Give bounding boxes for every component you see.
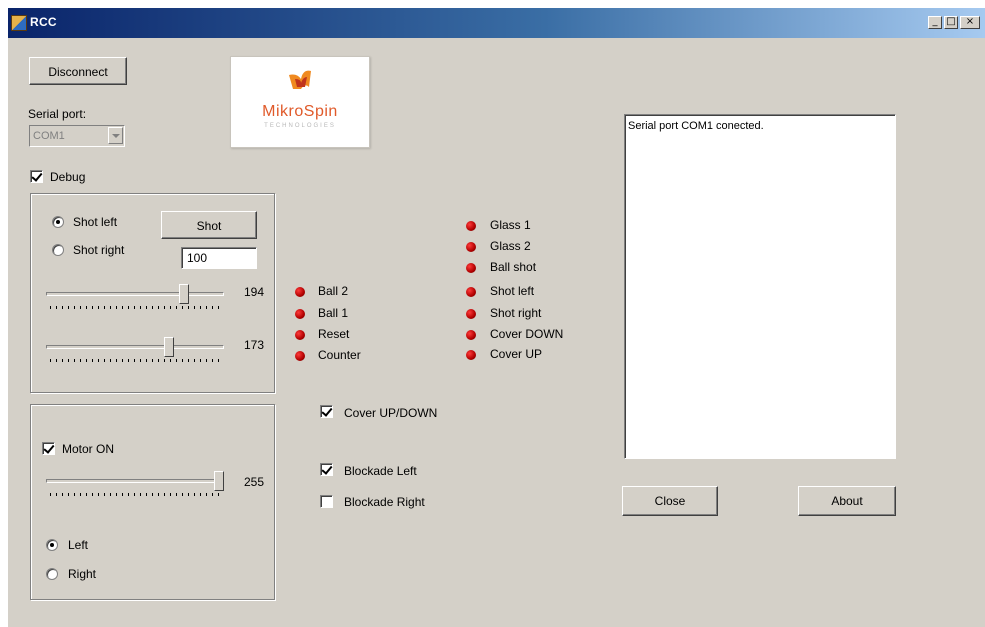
indicator-label: Counter — [318, 348, 361, 362]
shot-slider-2-value: 173 — [244, 338, 265, 352]
log-output[interactable]: Serial port COM1 conected. — [624, 114, 896, 459]
logo-subtitle: TECHNOLOGIES — [264, 123, 336, 129]
indicator-label: Shot right — [490, 306, 542, 320]
led-cover-down — [466, 330, 476, 340]
led-glass-1 — [466, 221, 476, 231]
blockade-right-checkbox[interactable] — [320, 495, 333, 508]
slider-ticks — [50, 493, 220, 496]
debug-label: Debug — [50, 170, 86, 184]
logo-name: MikroSpin — [262, 103, 338, 120]
led-shot-right — [466, 309, 476, 319]
chevron-down-icon[interactable] — [108, 127, 123, 144]
motor-left-radio[interactable] — [46, 539, 58, 551]
shot-button[interactable]: Shot — [161, 211, 257, 239]
motor-speed-value: 255 — [244, 475, 265, 489]
indicator-label: Cover UP — [490, 347, 543, 361]
shot-right-label: Shot right — [73, 243, 125, 257]
motor-left-label: Left — [68, 538, 89, 552]
indicator-label: Cover DOWN — [490, 327, 564, 341]
cover-up-down-label: Cover UP/DOWN — [344, 406, 438, 420]
led-reset — [295, 330, 305, 340]
led-cover-up — [466, 350, 476, 360]
disconnect-button[interactable]: Disconnect — [29, 57, 127, 85]
shot-slider-1[interactable] — [46, 284, 224, 314]
close-window-button[interactable]: × — [960, 16, 980, 29]
motor-on-checkbox[interactable] — [42, 442, 55, 455]
indicator-label: Shot left — [490, 284, 535, 298]
motor-speed-slider[interactable] — [46, 471, 224, 501]
indicator-label: Ball shot — [490, 260, 537, 274]
app-icon — [11, 15, 27, 31]
logo-flame-icon — [289, 70, 311, 89]
serial-port-value: COM1 — [33, 130, 65, 142]
motor-right-label: Right — [68, 567, 97, 581]
slider-thumb[interactable] — [214, 471, 224, 491]
cover-up-down-checkbox[interactable] — [320, 405, 333, 418]
led-shot-left — [466, 287, 476, 297]
log-text: Serial port COM1 conected. — [628, 120, 764, 132]
minimize-button[interactable]: _ — [928, 16, 942, 29]
slider-ticks — [50, 359, 220, 362]
window-title: RCC — [30, 15, 57, 29]
slider-track — [46, 345, 224, 349]
shot-value-input[interactable]: 100 — [181, 247, 257, 269]
title-bar: RCC _ □ × — [8, 8, 985, 38]
indicator-label: Glass 1 — [490, 218, 531, 232]
shot-right-radio[interactable] — [52, 244, 64, 256]
serial-port-label: Serial port: — [28, 107, 87, 121]
indicator-label: Ball 2 — [318, 284, 349, 298]
blockade-left-label: Blockade Left — [344, 464, 417, 478]
shot-left-radio[interactable] — [52, 216, 64, 228]
slider-thumb[interactable] — [164, 337, 174, 357]
motor-on-label: Motor ON — [62, 442, 115, 456]
motor-right-radio[interactable] — [46, 568, 58, 580]
led-glass-2 — [466, 242, 476, 252]
indicator-label: Ball 1 — [318, 306, 349, 320]
slider-thumb[interactable] — [179, 284, 189, 304]
slider-track — [46, 292, 224, 296]
slider-track — [46, 479, 224, 483]
blockade-left-checkbox[interactable] — [320, 463, 333, 476]
led-ball-shot — [466, 263, 476, 273]
motor-group: Motor ON 255 Left Right — [30, 404, 275, 600]
led-ball-2 — [295, 287, 305, 297]
shot-slider-2[interactable] — [46, 337, 224, 367]
main-window: RCC _ □ × Disconnect Serial port: COM1 M… — [8, 8, 985, 627]
slider-ticks — [50, 306, 220, 309]
shot-slider-1-value: 194 — [244, 285, 265, 299]
maximize-button[interactable]: □ — [944, 16, 958, 29]
led-counter — [295, 351, 305, 361]
indicator-label: Reset — [318, 327, 350, 341]
shot-left-label: Shot left — [73, 215, 118, 229]
indicator-label: Glass 2 — [490, 239, 531, 253]
about-button[interactable]: About — [798, 486, 896, 516]
serial-port-select[interactable]: COM1 — [29, 125, 125, 147]
debug-checkbox[interactable] — [30, 170, 43, 183]
company-logo: MikroSpin TECHNOLOGIES — [230, 56, 370, 148]
shot-group: Shot left Shot Shot right 100 194 173 — [30, 193, 275, 393]
led-ball-1 — [295, 309, 305, 319]
close-button[interactable]: Close — [622, 486, 718, 516]
blockade-right-label: Blockade Right — [344, 495, 425, 509]
